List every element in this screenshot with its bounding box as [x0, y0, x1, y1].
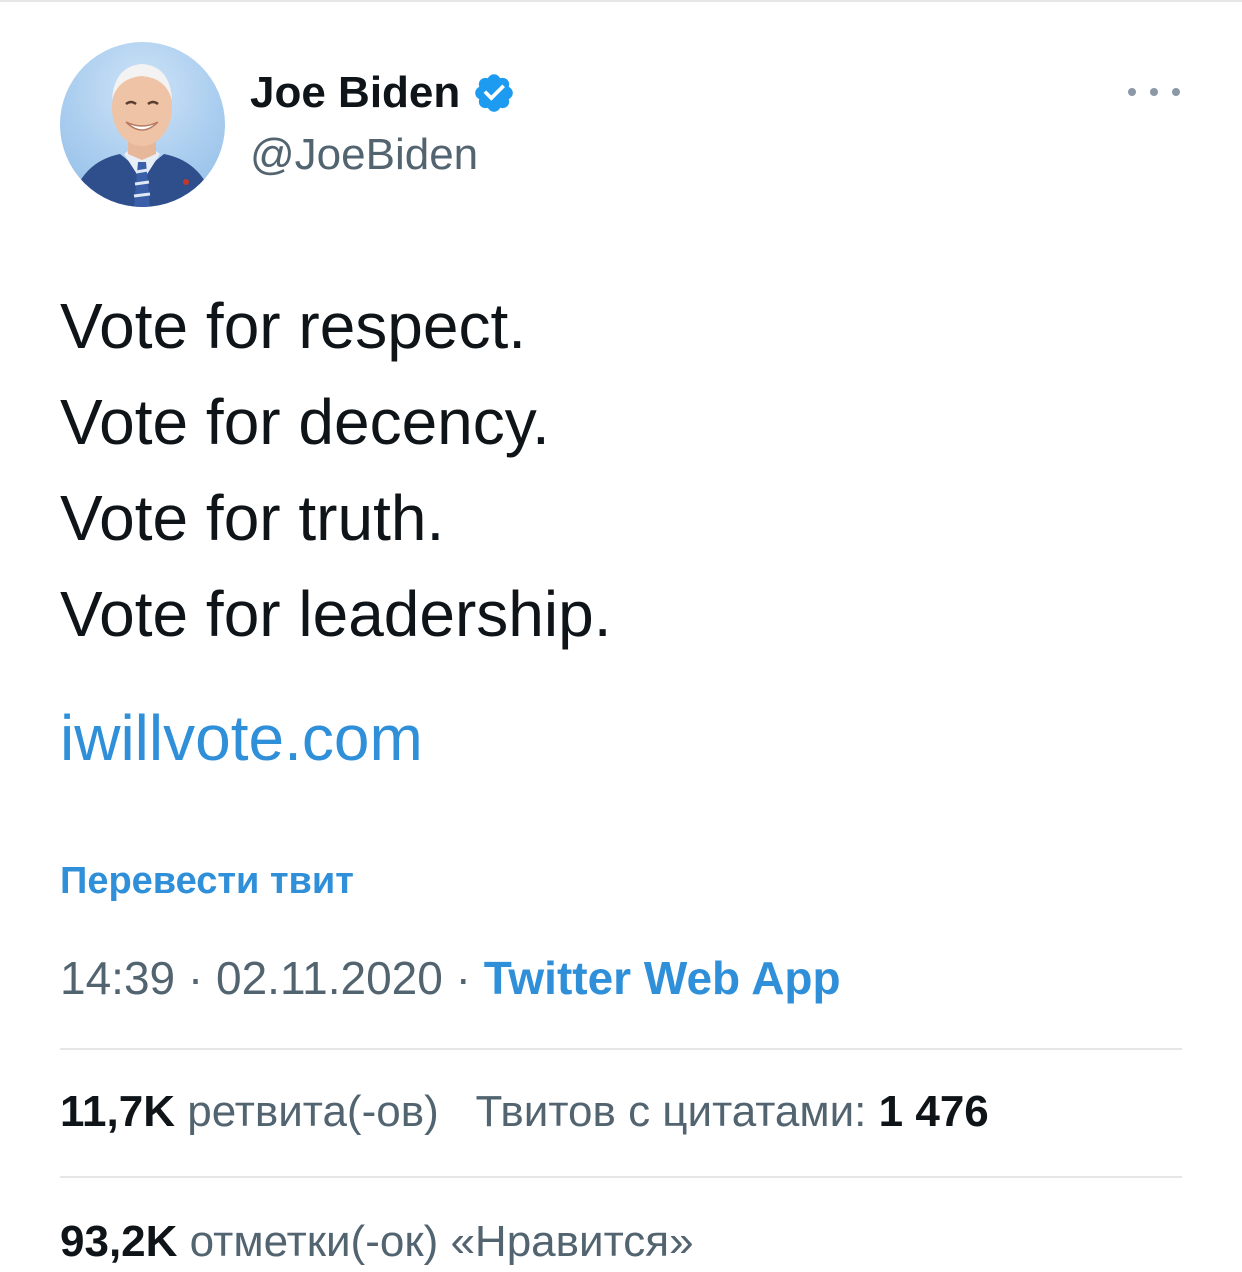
tweet-date[interactable]: 02.11.2020	[216, 952, 443, 1004]
verified-badge-icon	[475, 74, 514, 112]
meta-separator: ·	[455, 952, 471, 1004]
top-border	[0, 0, 1242, 2]
divider	[60, 1048, 1182, 1050]
retweets-label: ретвита(-ов)	[187, 1087, 439, 1136]
author-name[interactable]: Joe Biden	[250, 66, 460, 120]
more-horizontal-icon	[1128, 88, 1136, 96]
tweet-text-line: Vote for truth.	[60, 482, 445, 554]
tweet-url-link[interactable]: iwillvote.com	[60, 690, 423, 786]
meta-separator: ·	[187, 952, 204, 1004]
tweet-time[interactable]: 14:39	[60, 952, 175, 1004]
divider	[60, 1176, 1182, 1178]
tweet-text-line: Vote for respect.	[60, 290, 527, 362]
tweet-text-line: Vote for leadership.	[60, 578, 612, 650]
avatar[interactable]	[60, 42, 225, 207]
likes-stat[interactable]: 93,2K отметки(-ок) «Нравится»	[60, 1217, 694, 1266]
more-horizontal-icon	[1150, 88, 1158, 96]
quotes-label: Твитов с цитатами:	[475, 1087, 867, 1136]
retweet-stats-row: 11,7K ретвита(-ов) Твитов с цитатами: 1 …	[60, 1082, 989, 1142]
avatar-photo	[70, 64, 215, 207]
tweet-meta: 14:39 · 02.11.2020 · Twitter Web App	[60, 948, 841, 1008]
likes-label: отметки(-ок) «Нравится»	[189, 1217, 694, 1266]
likes-count: 93,2K	[60, 1217, 178, 1266]
retweets-stat[interactable]: 11,7K ретвита(-ов)	[60, 1087, 439, 1136]
retweets-count: 11,7K	[60, 1087, 175, 1136]
more-options-button[interactable]	[1128, 78, 1180, 106]
quotes-count: 1 476	[878, 1087, 989, 1136]
tweet-text: Vote for respect. Vote for decency. Vote…	[60, 278, 1180, 662]
tweet-text-line: Vote for decency.	[60, 386, 550, 458]
quotes-stat[interactable]: Твитов с цитатами: 1 476	[475, 1087, 988, 1136]
tweet-source-link[interactable]: Twitter Web App	[484, 952, 841, 1004]
likes-stats-row: 93,2K отметки(-ок) «Нравится»	[60, 1212, 694, 1272]
author-handle[interactable]: @JoeBiden	[250, 128, 478, 182]
more-horizontal-icon	[1172, 88, 1180, 96]
author-name-row[interactable]: Joe Biden	[250, 66, 516, 120]
translate-tweet-link[interactable]: Перевести твит	[60, 856, 354, 906]
